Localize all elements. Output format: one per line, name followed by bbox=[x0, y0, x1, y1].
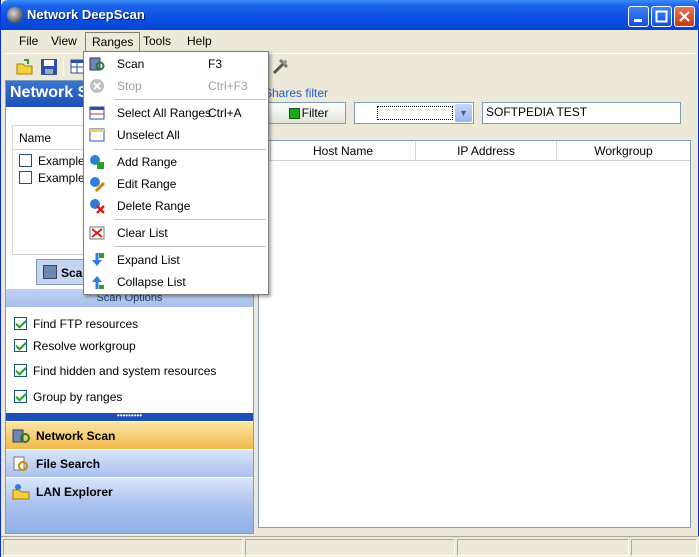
menu-bar: File View Ranges Tools Help bbox=[5, 31, 695, 51]
status-panel bbox=[457, 539, 629, 556]
menu-ranges[interactable]: Ranges bbox=[85, 32, 141, 51]
select-all-icon bbox=[89, 106, 105, 120]
network-scan-icon bbox=[12, 429, 30, 443]
collapse-arrow-icon bbox=[92, 276, 104, 289]
edit-range-icon bbox=[90, 177, 105, 192]
shares-filter-label: Shares filter bbox=[264, 86, 329, 100]
checkbox-checked bbox=[14, 317, 27, 330]
menu-item-delete-range[interactable]: Delete Range bbox=[84, 195, 268, 217]
nav-network-scan[interactable]: Network Scan bbox=[6, 421, 253, 449]
nav-lan-explorer[interactable]: LAN Explorer bbox=[6, 477, 253, 505]
menu-item-collapse-list[interactable]: Collapse List bbox=[84, 271, 268, 293]
panel-splitter[interactable]: ••••••••• bbox=[6, 412, 253, 421]
focus-rect bbox=[377, 106, 453, 120]
minimize-button[interactable] bbox=[628, 6, 649, 27]
checkbox-checked bbox=[14, 364, 27, 377]
menu-item-expand-list[interactable]: Expand List bbox=[84, 249, 268, 271]
status-panel bbox=[3, 539, 243, 556]
app-icon bbox=[7, 7, 23, 23]
scan-icon bbox=[89, 57, 105, 71]
minimize-icon bbox=[634, 19, 642, 22]
chevron-down-icon[interactable]: ▼ bbox=[455, 104, 472, 122]
option-resolve-workgroup[interactable]: Resolve workgroup bbox=[14, 337, 136, 355]
option-find-hidden[interactable]: Find hidden and system resources bbox=[14, 362, 216, 380]
checkbox-checked bbox=[14, 339, 27, 352]
app-window: Network DeepScan File View Ranges Tools … bbox=[0, 0, 699, 557]
scan-icon bbox=[43, 265, 57, 279]
close-button[interactable] bbox=[674, 6, 695, 27]
filter-type-select[interactable]: ▼ bbox=[354, 102, 474, 124]
open-icon[interactable] bbox=[15, 57, 35, 77]
checkbox[interactable] bbox=[19, 154, 32, 167]
filter-input[interactable]: SOFTPEDIA TEST bbox=[482, 102, 681, 124]
filter-button[interactable]: Filter bbox=[266, 102, 346, 124]
menu-file[interactable]: File bbox=[13, 32, 44, 51]
menu-item-scan[interactable]: Scan F3 bbox=[84, 53, 268, 75]
window-title: Network DeepScan bbox=[27, 7, 145, 22]
add-range-icon bbox=[90, 155, 104, 169]
unselect-all-icon bbox=[89, 128, 105, 142]
status-panel bbox=[245, 539, 455, 556]
nav-file-search[interactable]: File Search bbox=[6, 449, 253, 477]
menu-view[interactable]: View bbox=[45, 32, 83, 51]
menu-item-select-all[interactable]: Select All Ranges Ctrl+A bbox=[84, 102, 268, 124]
results-table: Host Name IP Address Workgroup bbox=[258, 140, 691, 528]
menu-item-edit-range[interactable]: Edit Range bbox=[84, 173, 268, 195]
option-find-ftp[interactable]: Find FTP resources bbox=[14, 315, 138, 333]
delete-range-icon bbox=[90, 199, 105, 214]
maximize-icon bbox=[655, 10, 668, 23]
column-header-workgroup[interactable]: Workgroup bbox=[557, 141, 690, 161]
menu-item-add-range[interactable]: Add Range bbox=[84, 151, 268, 173]
column-header-host[interactable]: Host Name bbox=[271, 141, 416, 161]
close-icon bbox=[679, 11, 690, 22]
column-header-ip[interactable]: IP Address bbox=[416, 141, 557, 161]
menu-tools[interactable]: Tools bbox=[137, 32, 177, 51]
menu-help[interactable]: Help bbox=[181, 32, 218, 51]
option-group-by-ranges[interactable]: Group by ranges bbox=[14, 388, 122, 406]
menu-item-unselect-all[interactable]: Unselect All bbox=[84, 124, 268, 146]
checkbox[interactable] bbox=[19, 171, 32, 184]
status-bar bbox=[1, 536, 699, 557]
panel-footer bbox=[6, 505, 253, 533]
expand-arrow-icon bbox=[92, 253, 104, 266]
save-icon[interactable] bbox=[39, 57, 59, 77]
lan-explorer-icon bbox=[12, 484, 30, 500]
menu-item-clear-list[interactable]: Clear List bbox=[84, 222, 268, 244]
tools-icon[interactable] bbox=[271, 57, 291, 77]
stop-icon bbox=[90, 79, 104, 93]
menu-item-stop[interactable]: Stop Ctrl+F3 bbox=[84, 75, 268, 97]
ranges-menu: Scan F3 Stop Ctrl+F3 Select All Ranges Ctrl… bbox=[83, 51, 269, 295]
status-panel bbox=[631, 539, 697, 556]
clear-list-icon bbox=[89, 226, 105, 240]
file-search-icon bbox=[13, 456, 28, 471]
checkbox-checked bbox=[14, 390, 27, 403]
maximize-button[interactable] bbox=[651, 6, 672, 27]
title-bar: Network DeepScan bbox=[1, 0, 699, 30]
filter-indicator-icon bbox=[289, 108, 300, 119]
